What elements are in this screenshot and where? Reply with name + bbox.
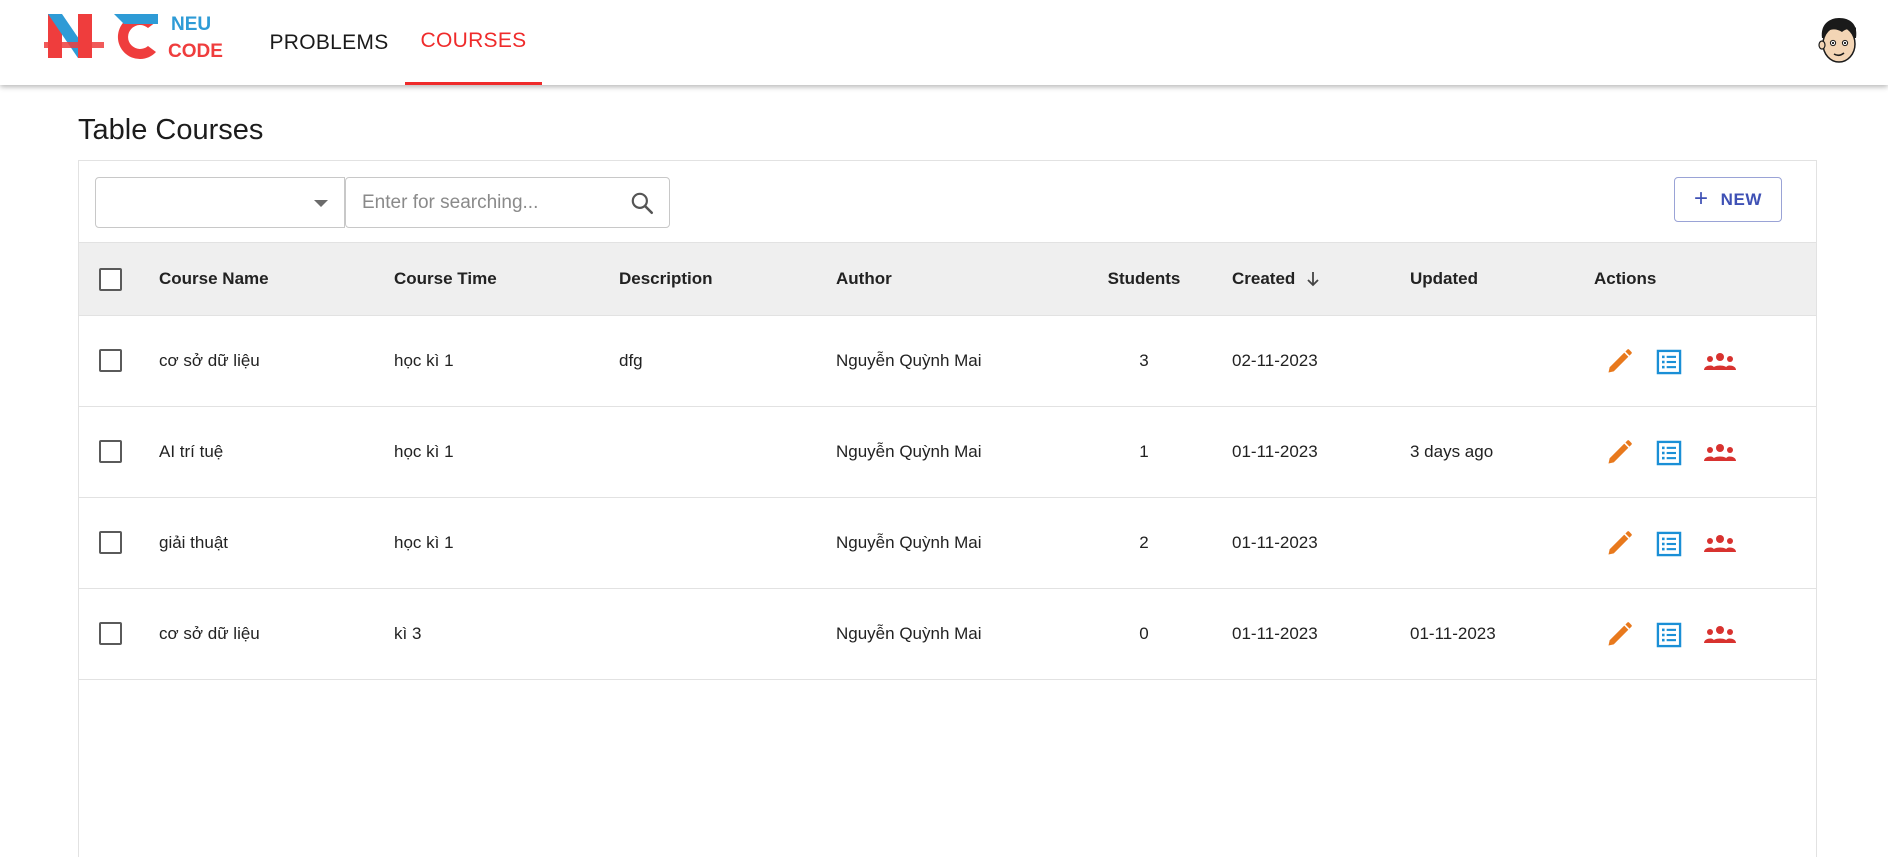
table-row[interactable]: AI trí tuệ học kì 1 Nguyễn Quỳnh Mai 1 01-11… [79,407,1816,498]
pencil-icon [1605,622,1633,653]
column-header-course-name[interactable]: Course Name [159,243,269,315]
table-header: Course Name Course Time Description Auth… [79,242,1816,316]
course-time-cell: học kì 1 [394,533,454,552]
students-cell: 3 [1139,351,1149,370]
created-cell: 02-11-2023 [1232,351,1318,370]
author-cell: Nguyễn Quỳnh Mai [836,624,982,643]
user-avatar[interactable] [1816,16,1862,66]
search-icon[interactable] [629,190,655,216]
sort-descending-icon[interactable] [1305,270,1321,288]
column-header-created[interactable]: Created [1232,243,1321,315]
students-button[interactable] [1703,621,1737,649]
chevron-down-icon [314,200,328,207]
neucode-logo[interactable]: NEU CODE [44,8,234,68]
students-button[interactable] [1703,439,1737,467]
course-time-cell: kì 3 [394,624,422,643]
plus-icon: + [1693,184,1709,212]
edit-button[interactable] [1605,530,1633,558]
filter-select[interactable] [95,177,345,228]
course-time-cell: học kì 1 [394,351,454,370]
logo-text-neu: NEU [171,14,211,35]
pencil-icon [1605,440,1633,471]
top-navbar: NEU CODE PROBLEMS COURSES [0,0,1888,85]
column-header-students[interactable]: Students [1089,243,1199,315]
students-button[interactable] [1703,348,1737,376]
course-name-cell: cơ sở dữ liệu [159,351,260,370]
list-icon [1655,622,1683,653]
edit-button[interactable] [1605,621,1633,649]
description-cell: dfg [619,351,643,370]
details-button[interactable] [1655,439,1683,467]
created-cell: 01-11-2023 [1232,533,1318,552]
created-cell: 01-11-2023 [1232,624,1318,643]
created-cell: 01-11-2023 [1232,442,1318,461]
table-row[interactable]: cơ sở dữ liệu kì 3 Nguyễn Quỳnh Mai 0 01-11-… [79,589,1816,680]
updated-cell: 3 days ago [1410,442,1494,461]
group-icon [1703,353,1737,380]
author-cell: Nguyễn Quỳnh Mai [836,533,982,552]
edit-button[interactable] [1605,348,1633,376]
logo-text-code: CODE [168,41,223,62]
students-button[interactable] [1703,530,1737,558]
nav-courses[interactable]: COURSES [405,0,542,85]
search-input[interactable] [362,178,612,227]
select-all-checkbox[interactable] [99,268,122,291]
group-icon [1703,444,1737,471]
pencil-icon [1605,531,1633,562]
nav-problems[interactable]: PROBLEMS [266,0,392,85]
table-row[interactable]: giải thuật học kì 1 Nguyễn Quỳnh Mai 2 01-11… [79,498,1816,589]
course-name-cell: giải thuật [159,533,228,552]
students-cell: 1 [1139,442,1149,461]
column-header-course-time[interactable]: Course Time [394,243,497,315]
search-box [345,177,670,228]
new-button-label: NEW [1720,189,1763,209]
author-cell: Nguyễn Quỳnh Mai [836,442,982,461]
list-icon [1655,440,1683,471]
details-button[interactable] [1655,530,1683,558]
row-checkbox[interactable] [99,531,122,554]
students-cell: 0 [1139,624,1149,643]
column-header-author[interactable]: Author [836,243,892,315]
course-name-cell: cơ sở dữ liệu [159,624,260,643]
author-cell: Nguyễn Quỳnh Mai [836,351,982,370]
page-title: Table Courses [78,114,264,146]
details-button[interactable] [1655,348,1683,376]
table-row[interactable]: cơ sở dữ liệu học kì 1 dfg Nguyễn Quỳnh Mai… [79,316,1816,407]
row-checkbox[interactable] [99,622,122,645]
updated-cell: 01-11-2023 [1410,624,1496,643]
list-icon [1655,349,1683,380]
row-checkbox[interactable] [99,440,122,463]
course-time-cell: học kì 1 [394,442,454,461]
courses-table-panel: + NEW Course Name Course Time Descriptio… [78,160,1817,857]
column-header-updated[interactable]: Updated [1410,243,1478,315]
edit-button[interactable] [1605,439,1633,467]
students-cell: 2 [1139,533,1149,552]
new-course-button[interactable]: + NEW [1674,177,1782,222]
group-icon [1703,535,1737,562]
column-header-created-label: Created [1232,269,1296,288]
row-checkbox[interactable] [99,349,122,372]
details-button[interactable] [1655,621,1683,649]
pencil-icon [1605,349,1633,380]
course-name-cell: AI trí tuệ [159,442,224,461]
column-header-actions: Actions [1594,269,1657,288]
column-header-description[interactable]: Description [619,243,713,315]
list-icon [1655,531,1683,562]
group-icon [1703,626,1737,653]
